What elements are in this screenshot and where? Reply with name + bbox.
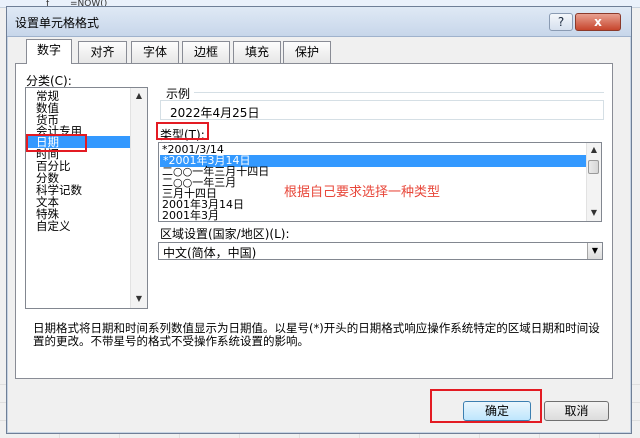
tab-font[interactable]: 字体 [131, 41, 179, 63]
dialog-title: 设置单元格格式 [15, 16, 100, 30]
locale-label: 区域设置(国家/地区)(L): [160, 227, 290, 241]
tab-protection[interactable]: 保护 [283, 41, 331, 63]
highlight-box-date [26, 134, 87, 152]
tab-fill[interactable]: 填充 [233, 41, 281, 63]
scroll-down-icon[interactable]: ▼ [588, 206, 600, 220]
highlight-box-type [156, 122, 209, 140]
close-icon: x [594, 15, 602, 29]
type-scrollbar[interactable]: ▲ ▼ [586, 143, 601, 221]
cancel-button[interactable]: 取消 [544, 401, 609, 421]
annotation-text: 根据自己要求选择一种类型 [284, 185, 441, 200]
tab-border[interactable]: 边框 [182, 41, 230, 63]
title-bar[interactable]: 设置单元格格式 ? x [7, 7, 631, 37]
tab-number[interactable]: 数字 [26, 39, 72, 64]
help-button[interactable]: ? [549, 13, 573, 31]
sample-group-line [194, 92, 604, 93]
type-item[interactable]: 2001年3月 [162, 210, 219, 222]
type-scroll-thumb[interactable] [588, 160, 599, 174]
highlight-box-ok [430, 389, 542, 423]
locale-value: 中文(简体，中国) [163, 246, 257, 260]
scroll-up-icon[interactable]: ▲ [133, 89, 145, 103]
category-item-custom[interactable]: 自定义 [36, 220, 71, 232]
chevron-down-icon[interactable]: ▼ [587, 243, 602, 259]
close-button[interactable]: x [575, 13, 621, 31]
tab-alignment[interactable]: 对齐 [78, 41, 127, 63]
sample-value: 2022年4月25日 [170, 106, 260, 120]
category-scrollbar[interactable]: ▲ ▼ [130, 88, 147, 308]
scroll-down-icon[interactable]: ▼ [133, 292, 145, 306]
scroll-up-icon[interactable]: ▲ [588, 143, 600, 157]
format-description: 日期格式将日期和时间系列数值显示为日期值。以星号(*)开头的日期格式响应操作系统… [33, 321, 600, 348]
